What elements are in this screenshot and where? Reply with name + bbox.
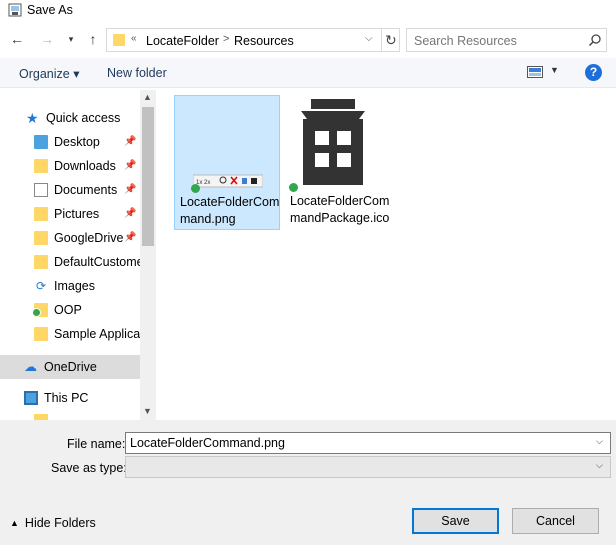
address-divider [381, 29, 382, 51]
star-icon: ★ [26, 110, 39, 126]
hide-folders-button[interactable]: ▲ Hide Folders [10, 516, 96, 530]
computer-icon [24, 391, 38, 405]
up-arrow-icon[interactable]: ↑ [84, 30, 102, 48]
scroll-up-icon[interactable]: ▲ [143, 92, 152, 102]
recent-locations-chevron-icon[interactable]: ▾ [62, 30, 80, 48]
sidebar-item-documents[interactable]: Documents 📌 [0, 178, 140, 202]
file-item[interactable]: LocateFolderCommandPackage.ico [285, 95, 391, 230]
file-name-dropdown-chevron-icon[interactable]: ⌵ [596, 436, 603, 447]
check-badge-icon [32, 308, 41, 317]
new-folder-button[interactable]: New folder [107, 66, 167, 80]
file-item[interactable]: 1x 2x LocateFolderCommand.png [174, 95, 280, 230]
save-as-type-label: Save as type: [51, 461, 127, 475]
sidebar-item-label: Sample Applicati [54, 327, 140, 341]
file-name: LocateFolderCommand.png [180, 195, 280, 226]
command-bar: Organize ▾ New folder ▼ ? [0, 58, 616, 88]
file-name-input[interactable] [125, 432, 611, 454]
sidebar-item-googledrive[interactable]: GoogleDrive 📌 [0, 226, 140, 250]
forward-arrow-icon[interactable]: → [38, 30, 56, 48]
organize-button[interactable]: Organize ▾ [19, 66, 79, 81]
sidebar-item-sample-application[interactable]: Sample Applicati [0, 322, 140, 346]
download-icon [34, 159, 48, 173]
sidebar-item-quick-access[interactable]: ★ Quick access [0, 106, 140, 130]
sidebar-item-label: OneDrive [44, 360, 97, 374]
title-bar: Save As [0, 0, 616, 22]
refresh-icon[interactable]: ↻ [385, 32, 397, 49]
synced-check-icon [191, 184, 200, 193]
address-bar[interactable]: « LocateFolder > Resources ⌵ ↻ [106, 28, 400, 52]
breadcrumb-locatefolder[interactable]: LocateFolder [146, 34, 219, 48]
save-as-type-chevron-icon[interactable]: ⌵ [596, 460, 603, 471]
sidebar-item-defaultcustomer[interactable]: DefaultCustomer [0, 250, 140, 274]
address-overflow[interactable]: « [131, 33, 137, 44]
window-title: Save As [27, 3, 73, 17]
sidebar-item-label: GoogleDrive [54, 231, 124, 245]
sidebar-item-downloads[interactable]: Downloads 📌 [0, 154, 140, 178]
pin-icon: 📌 [124, 160, 137, 171]
sidebar-item-label: Documents [54, 183, 118, 197]
file-name-label: File name: [67, 437, 126, 451]
scroll-down-icon[interactable]: ▼ [143, 406, 152, 416]
cloud-icon: ☁ [24, 359, 37, 374]
save-as-type-select[interactable] [125, 456, 611, 478]
navigation-row: ← → ▾ ↑ « LocateFolder > Resources ⌵ ↻ S… [0, 26, 616, 54]
folder-icon [34, 231, 48, 245]
hide-folders-label: Hide Folders [24, 516, 96, 530]
pictures-icon [34, 207, 48, 221]
sidebar-item-oop[interactable]: OOP [0, 298, 140, 322]
sidebar-item-label: Pictures [54, 207, 100, 221]
sidebar-item-label: Downloads [54, 159, 116, 173]
change-view-icon[interactable] [527, 66, 543, 78]
search-box[interactable]: Search Resources [406, 28, 607, 52]
synced-folder-icon [32, 303, 48, 317]
scrollbar-thumb[interactable] [142, 107, 154, 246]
navigation-scrollbar[interactable]: ▲ ▼ [140, 90, 156, 420]
navigation-pane: ★ Quick access Desktop 📌 Downloads 📌 Doc… [0, 90, 156, 420]
help-icon[interactable]: ? [585, 64, 602, 81]
synced-check-icon [289, 183, 298, 192]
breadcrumb-resources[interactable]: Resources [234, 34, 294, 48]
sidebar-item-pictures[interactable]: Pictures 📌 [0, 202, 140, 226]
breadcrumb-separator[interactable]: > [223, 33, 229, 45]
file-name: LocateFolderCommandPackage.ico [290, 194, 390, 225]
search-icon[interactable] [588, 33, 602, 47]
sidebar-item-this-pc[interactable]: This PC [0, 386, 140, 410]
document-icon [34, 183, 48, 197]
save-form: File name: ⌵ Save as type: ⌵ ▲ Hide Fold… [0, 420, 616, 545]
folder-icon [113, 34, 125, 46]
sidebar-item-onedrive[interactable]: ☁ OneDrive [0, 355, 140, 379]
back-arrow-icon[interactable]: ← [8, 30, 26, 48]
address-dropdown-chevron-icon[interactable]: ⌵ [365, 33, 373, 44]
pin-icon: 📌 [124, 232, 137, 243]
package-icon [301, 99, 365, 185]
search-placeholder: Search Resources [414, 34, 517, 48]
png-thumbnail-icon: 1x 2x [193, 174, 263, 188]
folder-icon [34, 255, 48, 269]
sidebar-item-desktop[interactable]: Desktop 📌 [0, 130, 140, 154]
folder-icon [34, 327, 48, 341]
pin-icon: 📌 [124, 136, 137, 147]
sidebar-item-label: This PC [44, 391, 89, 405]
chevron-up-icon: ▲ [10, 518, 19, 528]
cancel-button[interactable]: Cancel [512, 508, 599, 534]
view-options-chevron-icon[interactable]: ▼ [550, 65, 559, 75]
sidebar-item-label: Images [54, 279, 95, 293]
pin-icon: 📌 [124, 208, 137, 219]
sidebar-item-label: Quick access [46, 111, 121, 125]
save-button[interactable]: Save [412, 508, 499, 534]
folder-icon [34, 135, 48, 149]
save-as-icon [8, 3, 22, 17]
sidebar-item-label: Desktop [54, 135, 100, 149]
sidebar-item-images[interactable]: ⟳ Images [0, 274, 140, 298]
pin-icon: 📌 [124, 184, 137, 195]
file-list: 1x 2x LocateFolderCommand.png LocateFold… [157, 90, 616, 420]
sidebar-item-label: DefaultCustomer [54, 255, 140, 269]
sync-folder-icon: ⟳ [35, 279, 47, 293]
sidebar-item-label: OOP [54, 303, 82, 317]
